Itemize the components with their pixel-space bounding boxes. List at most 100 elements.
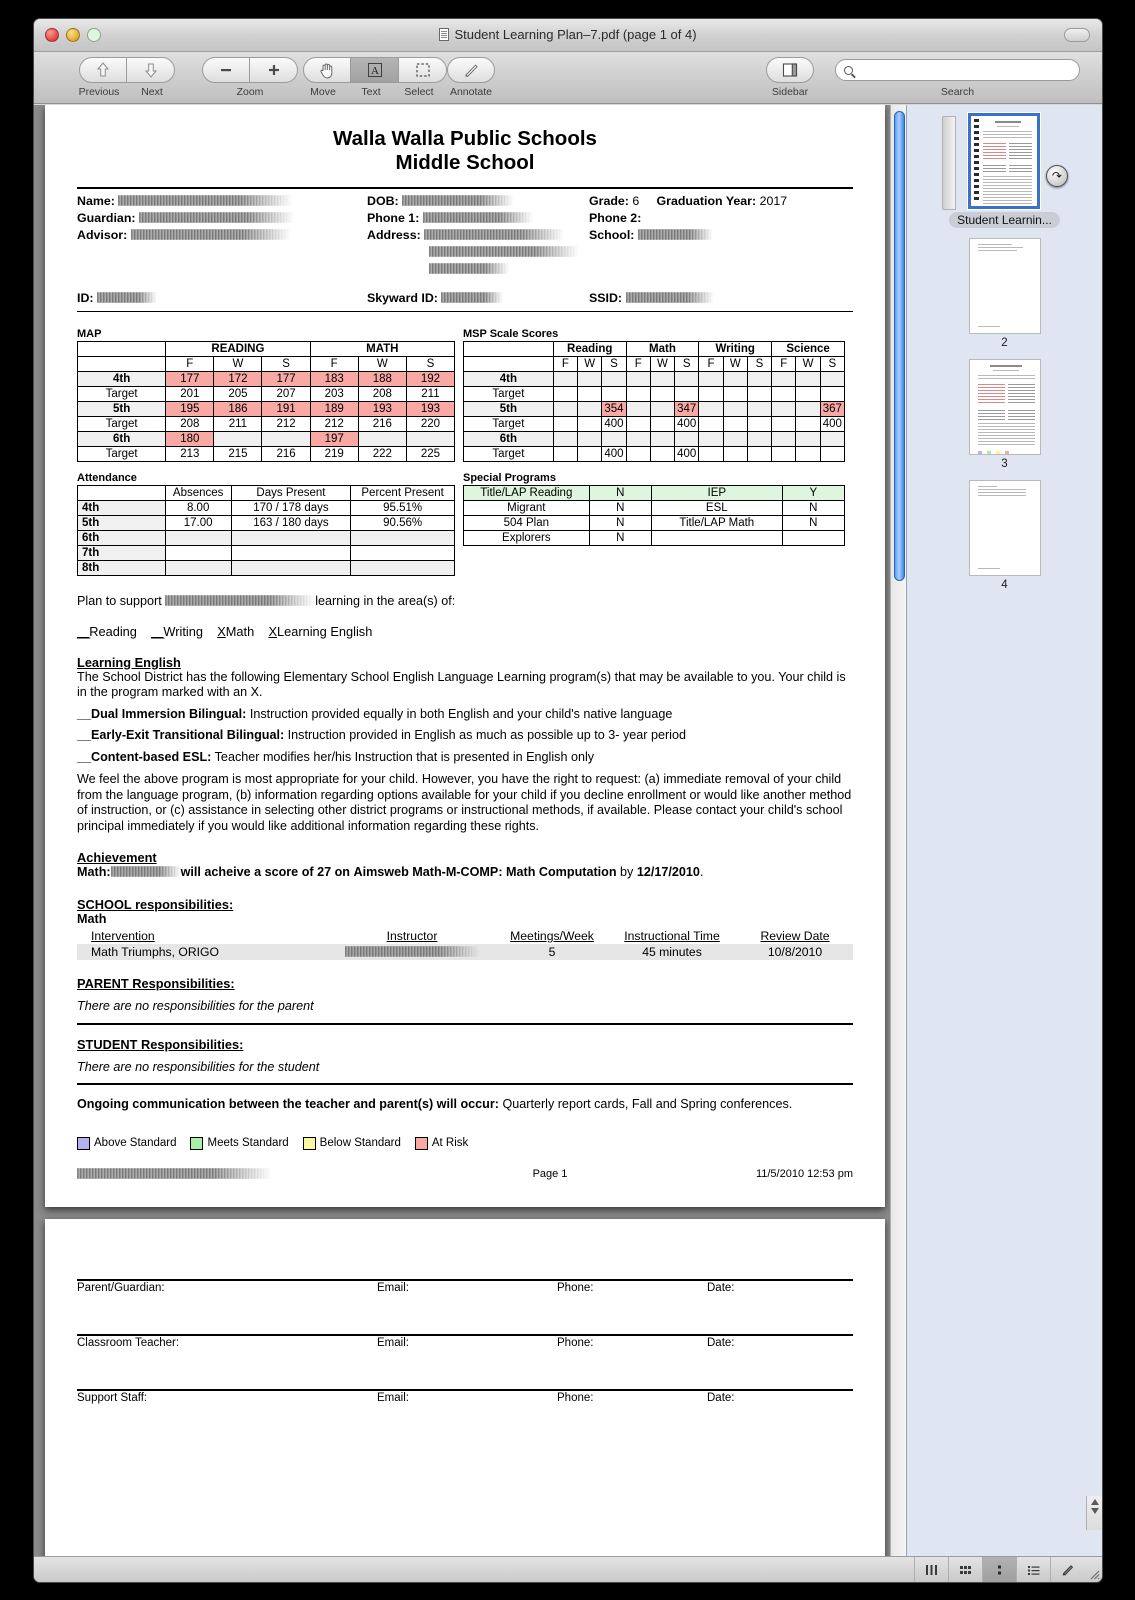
- program-mark[interactable]: __: [77, 750, 91, 764]
- msp-cell: [722, 416, 748, 432]
- signature-row: Parent/Guardian: Email: Phone: Date:: [77, 1279, 853, 1294]
- thumbnail-item-3[interactable]: 3: [968, 359, 1041, 470]
- program-option: __Content-based ESL: Teacher modifies he…: [77, 750, 853, 766]
- scores-tables-row: MAP READING MATH F W S F W S 4th 177 172…: [76, 328, 853, 462]
- msp-cell: [795, 431, 821, 447]
- dob-value-redacted: [402, 195, 515, 206]
- msp-cell: [746, 431, 773, 447]
- map-row-label: 6th: [76, 431, 167, 447]
- map-row-label: 4th: [76, 371, 167, 387]
- zoom-group: [202, 57, 298, 83]
- move-tool-button[interactable]: [303, 57, 351, 83]
- msp-cell: [746, 416, 773, 432]
- text-tool-button[interactable]: A: [351, 57, 399, 83]
- sidebar-scroll-arrows[interactable]: [1086, 1496, 1102, 1530]
- arrow-up-icon[interactable]: [1090, 1499, 1099, 1505]
- attendance-cell: 8.00: [164, 500, 232, 516]
- attendance-row-label: 5th: [77, 515, 166, 531]
- next-page-button[interactable]: [127, 57, 175, 83]
- signature-role: Support Staff:: [77, 1392, 148, 1404]
- plan-suffix: learning in the area(s) of:: [315, 594, 456, 608]
- map-cell: 186: [213, 401, 263, 417]
- school-responsibilities-subject: Math: [77, 911, 107, 926]
- single-page-view-icon[interactable]: [982, 1557, 1016, 1582]
- sidebar-toggle-button[interactable]: [766, 57, 814, 83]
- thumbnail-page-1[interactable]: [968, 113, 1041, 209]
- learning-english-heading: Learning English: [77, 654, 181, 670]
- map-row-label: 5th: [76, 401, 167, 417]
- msp-cell: 367: [819, 401, 846, 417]
- achievement-subject: Math:: [77, 865, 111, 879]
- sidebar-label: Sidebar: [771, 86, 809, 98]
- program-mark[interactable]: __: [77, 707, 91, 721]
- grade-label: Grade:: [589, 194, 629, 208]
- msp-sub-h: S: [746, 356, 773, 372]
- sp-left-label: 504 Plan: [463, 515, 590, 531]
- search-input[interactable]: [835, 59, 1080, 81]
- map-cell: 189: [309, 401, 359, 417]
- legend-label: Meets Standard: [207, 1137, 289, 1149]
- thumbnail-page-3[interactable]: [968, 359, 1041, 455]
- student-responsibilities-heading: STUDENT Responsibilities:: [77, 1036, 244, 1052]
- columns-view-icon[interactable]: [914, 1557, 948, 1582]
- thumbnail-item-2[interactable]: 2: [968, 238, 1041, 349]
- thumbnail-item-4[interactable]: 4: [968, 480, 1041, 591]
- document-pane[interactable]: Walla Walla Public Schools Middle School…: [34, 105, 906, 1556]
- area-mark[interactable]: X: [217, 624, 226, 639]
- signature-role: Parent/Guardian:: [77, 1282, 165, 1294]
- grid-view-icon[interactable]: [948, 1557, 982, 1582]
- spiral-binding-icon: [974, 119, 980, 203]
- map-cell: 220: [405, 416, 456, 432]
- list-view-icon[interactable]: [1016, 1557, 1050, 1582]
- map-cell: 205: [213, 386, 263, 402]
- header-divider-top: [77, 187, 853, 189]
- instructor-redacted: [344, 946, 480, 957]
- msp-cell: [649, 386, 676, 402]
- pdf-page-1: Walla Walla Public Schools Middle School…: [45, 105, 885, 1207]
- thumbnail-page-2[interactable]: [968, 238, 1041, 334]
- search-text-field[interactable]: [858, 62, 1071, 78]
- msp-cell: [771, 371, 797, 387]
- annotate-button[interactable]: [447, 57, 495, 83]
- msp-cell: [795, 386, 821, 402]
- msp-row-label: 4th: [463, 371, 554, 387]
- zoom-in-button[interactable]: [250, 57, 298, 83]
- sp-right-label: IEP: [650, 485, 783, 501]
- arrow-down-icon[interactable]: [1090, 1508, 1099, 1514]
- msp-cell: [625, 386, 651, 402]
- area-mark[interactable]: __: [151, 624, 164, 639]
- program-mark[interactable]: __: [77, 728, 91, 742]
- toolbar-toggle-button[interactable]: [1064, 28, 1090, 42]
- attendance-cell: [230, 560, 352, 576]
- legend-item: Meets Standard: [190, 1136, 289, 1150]
- area-mark[interactable]: __: [77, 624, 90, 639]
- previous-page-button[interactable]: [79, 57, 127, 83]
- select-tool-button[interactable]: [399, 57, 447, 83]
- zoom-out-button[interactable]: [202, 57, 250, 83]
- msp-group-math: Math: [625, 341, 700, 357]
- table-row: Target 400 400: [463, 446, 846, 462]
- document-scrollbar-thumb[interactable]: [894, 111, 905, 581]
- signature-date: Date:: [707, 1282, 735, 1294]
- window-titlebar[interactable]: Student Learning Plan–7.pdf (page 1 of 4…: [34, 19, 1102, 52]
- document-scrollbar[interactable]: [890, 105, 906, 1556]
- achievement-score: 27: [317, 865, 332, 879]
- thumbnail-caption: 4: [1001, 579, 1008, 591]
- thumbnail-item-1[interactable]: ↷ Student Learnin...: [942, 113, 1068, 228]
- text-label: Text: [361, 86, 381, 98]
- msp-cell: [746, 401, 773, 417]
- parent-section-divider: [77, 1022, 853, 1025]
- resize-grip-icon[interactable]: [1084, 1557, 1102, 1582]
- thumbnail-page-4[interactable]: [968, 480, 1041, 576]
- below-standard-swatch: [302, 1136, 316, 1150]
- rotate-icon[interactable]: ↷: [1045, 165, 1068, 187]
- msp-cell: [698, 446, 724, 462]
- school-responsibilities-section: SCHOOL responsibilities: Math Interventi…: [77, 897, 853, 960]
- signature-row: Support Staff: Email: Phone: Date:: [77, 1389, 853, 1404]
- pencil-icon[interactable]: [1050, 1557, 1084, 1582]
- program-desc: Teacher modifies her/his Instruction tha…: [214, 749, 595, 764]
- msp-cell: [771, 431, 797, 447]
- msp-cell: [771, 401, 797, 417]
- area-mark[interactable]: X: [268, 624, 277, 639]
- thumbnail-sidebar[interactable]: ↷ Student Learnin... 2 3 4: [906, 105, 1102, 1556]
